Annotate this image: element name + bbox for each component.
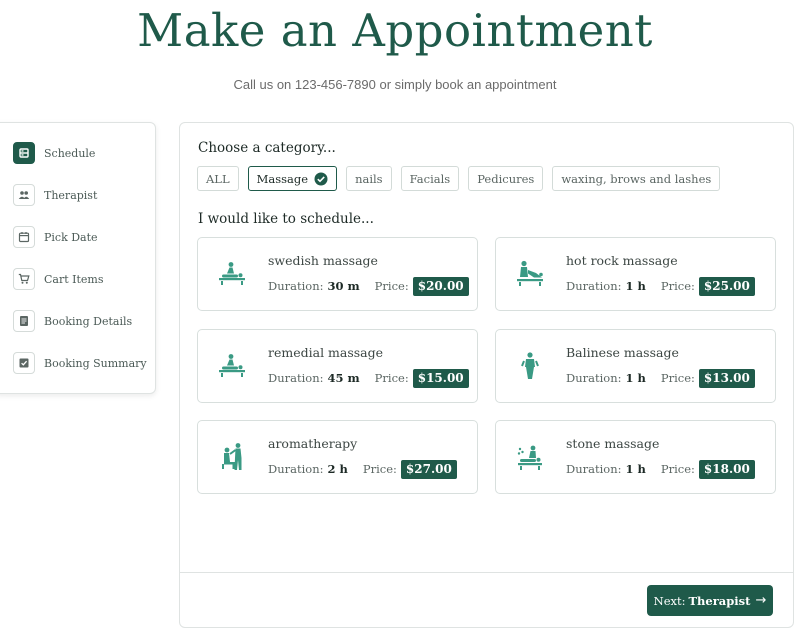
category-chip-massage[interactable]: Massage [247,166,338,191]
sidebar-item-booking-summary[interactable]: Booking Summary [13,351,147,375]
sidebar-item-label: Pick Date [44,230,98,244]
service-card-swedish-massage[interactable]: swedish massage Duration: 30 m Price: $2… [197,237,478,311]
sidebar-item-cart-items[interactable]: Cart Items [13,267,104,291]
service-meta: Duration: 2 h Price: $27.00 [268,459,457,479]
service-price: $13.00 [698,368,755,388]
category-chip-facials[interactable]: Facials [400,166,460,191]
category-chip-nails[interactable]: nails [346,166,392,191]
sidebar-item-label: Booking Summary [44,356,147,370]
price-label: Price: [660,462,695,476]
service-meta: Duration: 1 h Price: $13.00 [566,368,755,388]
service-name: Balinese massage [566,345,679,360]
category-heading: Choose a category... [198,140,336,156]
page-title: Make an Appointment [137,4,653,57]
duration-label: Duration: [566,462,622,476]
service-duration: 1 h [625,279,646,293]
sidebar-item-label: Schedule [44,146,96,160]
service-card-aromatherapy[interactable]: aromatherapy Duration: 2 h Price: $27.00 [197,420,478,494]
price-label: Price: [660,279,695,293]
massage-table-icon [219,354,245,377]
check-circle-icon [314,172,328,185]
service-name: stone massage [566,436,660,451]
category-filter: ALL Massage nails Facials Pedicures waxi… [197,166,729,192]
massage-table-icon [219,262,245,285]
next-button-target: Therapist [688,593,751,608]
sidebar-item-label: Booking Details [44,314,133,328]
steps-sidebar: Schedule Therapist Pick Date Cart Items … [0,122,156,394]
category-chip-pedicures[interactable]: Pedicures [468,166,544,191]
service-price: $15.00 [412,368,469,388]
sidebar-item-label: Therapist [44,188,98,202]
chip-label: nails [355,171,383,186]
duration-label: Duration: [268,371,324,385]
service-duration: 2 h [327,462,348,476]
price-label: Price: [660,371,695,385]
sidebar-item-pick-date[interactable]: Pick Date [13,225,98,249]
sidebar-item-label: Cart Items [44,272,104,286]
sidebar-item-therapist[interactable]: Therapist [13,183,97,207]
price-label: Price: [374,279,409,293]
service-card-stone-massage[interactable]: stone massage Duration: 1 h Price: $18.0… [495,420,776,494]
footer-divider [180,572,793,573]
service-duration: 1 h [625,462,646,476]
chip-label: Massage [256,171,309,186]
arrow-right-icon: → [755,593,767,608]
service-meta: Duration: 30 m Price: $20.00 [268,276,469,296]
category-chip-all[interactable]: ALL [197,166,239,191]
chip-label: Pedicures [477,171,535,186]
price-label: Price: [374,371,409,385]
duration-label: Duration: [268,279,324,293]
service-price: $18.00 [698,459,755,479]
service-name: remedial massage [268,345,384,360]
calendar-icon [13,226,35,248]
service-duration: 45 m [327,371,360,385]
service-price: $20.00 [412,276,469,296]
service-duration: 30 m [327,279,360,293]
service-meta: Duration: 45 m Price: $15.00 [268,368,469,388]
service-name: aromatherapy [268,436,358,451]
service-card-balinese-massage[interactable]: Balinese massage Duration: 1 h Price: $1… [495,329,776,403]
chip-label: Facials [409,171,451,186]
standing-person-icon [521,352,539,379]
service-meta: Duration: 1 h Price: $25.00 [566,276,755,296]
service-duration: 1 h [625,371,646,385]
schedule-heading: I would like to schedule... [198,211,374,227]
duration-label: Duration: [268,462,324,476]
seated-therapy-icon [222,443,242,470]
chip-label: waxing, brows and lashes [561,171,712,186]
stone-massage-icon [517,445,542,470]
sidebar-item-booking-details[interactable]: Booking Details [13,309,132,333]
price-label: Price: [362,462,397,476]
service-name: swedish massage [268,253,378,268]
booking-panel: Choose a category... ALL Massage nails F… [179,122,794,628]
massage-back-icon [517,260,543,286]
service-card-hot-rock-massage[interactable]: hot rock massage Duration: 1 h Price: $2… [495,237,776,311]
document-icon [13,310,35,332]
service-name: hot rock massage [566,253,678,268]
service-price: $27.00 [400,459,457,479]
service-card-remedial-massage[interactable]: remedial massage Duration: 45 m Price: $… [197,329,478,403]
cart-icon [13,268,35,290]
page-subtitle: Call us on 123-456-7890 or simply book a… [233,77,557,92]
next-button-prefix: Next: [653,593,686,608]
duration-label: Duration: [566,371,622,385]
next-therapist-button[interactable]: Next: Therapist → [647,585,773,616]
people-icon [13,184,35,206]
sidebar-item-schedule[interactable]: Schedule [13,141,95,165]
service-meta: Duration: 1 h Price: $18.00 [566,459,755,479]
schedule-icon [13,142,35,164]
checklist-icon [13,352,35,374]
service-price: $25.00 [698,276,755,296]
category-chip-waxing[interactable]: waxing, brows and lashes [552,166,721,191]
chip-label: ALL [206,171,230,186]
duration-label: Duration: [566,279,622,293]
